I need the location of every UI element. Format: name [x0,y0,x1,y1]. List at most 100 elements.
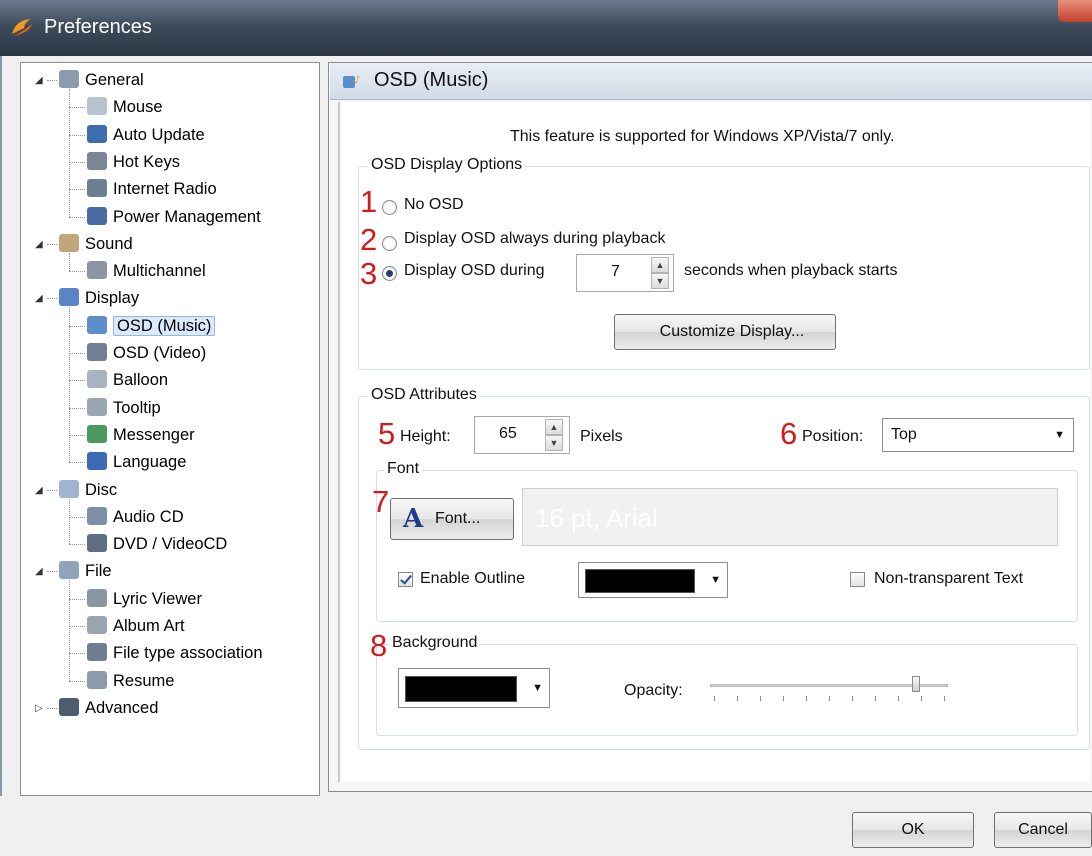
cancel-button[interactable]: Cancel [994,812,1092,848]
opacity-tick [714,696,715,701]
tree-connector [69,407,85,409]
osd-video-icon [87,343,107,361]
tree-item-multichannel[interactable]: Multichannel [87,258,206,284]
radio-no-osd[interactable] [382,200,397,215]
tree-item-label: Power Management [113,207,261,226]
tree-connector [69,271,85,273]
tree-item-hot-keys[interactable]: Hot Keys [87,149,180,175]
tree-connector [47,298,57,300]
seconds-stepper[interactable]: 7 ▲ ▼ [576,254,674,292]
seconds-suffix: seconds when playback starts [684,262,898,279]
tree-item-language[interactable]: Language [87,449,186,475]
tree-connector [69,653,85,655]
tree-connector [69,580,70,681]
expand-arrow-icon[interactable]: ▷ [35,703,45,714]
tree-item-osd-video[interactable]: OSD (Video) [87,340,206,366]
annotation-6: 6 [780,416,798,451]
font-group-title: Font [384,460,423,478]
svg-text:♪: ♪ [354,75,360,86]
radio-always[interactable] [382,236,397,251]
opacity-slider-thumb[interactable] [912,676,920,692]
height-up-button[interactable]: ▲ [545,419,563,435]
collapse-arrow-icon[interactable]: ◢ [35,485,45,496]
height-down-button[interactable]: ▼ [545,435,563,451]
tree-item-advanced[interactable]: Advanced [59,695,158,721]
non-transparent-text-label: Non-transparent Text [874,570,1024,587]
font-button[interactable]: A Font... [390,498,514,540]
tree-item-lyric-viewer[interactable]: Lyric Viewer [87,586,202,612]
tree-item-label: Messenger [113,425,195,444]
font-button-label: Font... [435,510,481,527]
collapse-arrow-icon[interactable]: ◢ [35,76,45,86]
tree-item-label: Hot Keys [113,152,180,171]
tree-item-label: Auto Update [113,125,205,144]
tree-item-general[interactable]: General [59,67,144,93]
audio-cd-icon [87,506,107,525]
opacity-tick [737,696,738,701]
outline-color-select[interactable]: ▼ [578,562,728,598]
tree-item-album-art[interactable]: Album Art [87,613,185,639]
customize-display-button[interactable]: Customize Display... [614,314,836,350]
dvd-icon [87,534,107,553]
close-button[interactable] [1058,0,1092,22]
tree-item-audio-cd[interactable]: Audio CD [87,504,184,530]
tree-item-resume[interactable]: Resume [87,668,174,694]
enable-outline-checkbox[interactable] [398,572,413,587]
opacity-tick [852,696,853,701]
power-management-icon [87,206,107,225]
tooltip-icon [87,397,107,416]
radio-during-label: Display OSD during [404,262,545,279]
tree-item-label: DVD / VideoCD [113,535,228,554]
background-group-title: Background [390,634,480,652]
tree-item-messenger[interactable]: Messenger [87,422,195,448]
tree-item-file-type-association[interactable]: File type association [87,640,263,666]
tree-item-display[interactable]: Display [59,285,139,311]
opacity-slider[interactable] [710,674,948,708]
messenger-icon [87,424,107,443]
position-select[interactable]: Top ▼ [882,418,1074,452]
collapse-arrow-icon[interactable]: ◢ [35,294,45,304]
tree-item-internet-radio[interactable]: Internet Radio [87,176,217,202]
opacity-tick [875,696,876,701]
tree-item-mouse[interactable]: Mouse [87,94,163,120]
tree-item-label: Display [85,289,140,308]
seconds-down-button[interactable]: ▼ [651,273,669,289]
collapse-arrow-icon[interactable]: ◢ [35,567,45,577]
tree-item-label: Mouse [113,98,163,117]
height-stepper[interactable]: 65 ▲ ▼ [474,416,570,454]
panel-title: OSD (Music) [374,69,489,91]
opacity-tick [829,696,830,701]
category-tree[interactable]: General ◢ Mouse Auto Update Hot Keys Internet… [20,62,320,796]
tree-connector [69,134,85,136]
tree-item-osd-music[interactable]: OSD (Music) [87,313,216,339]
seconds-up-button[interactable]: ▲ [651,257,669,273]
sound-icon [59,233,79,252]
ok-button[interactable]: OK [852,812,974,848]
non-transparent-text-checkbox[interactable] [850,572,865,587]
app-logo-icon [12,19,32,36]
seconds-value: 7 [611,263,620,280]
tree-item-label: Sound [85,234,133,253]
radio-during[interactable] [382,266,397,281]
annotation-5: 5 [378,416,396,451]
tree-item-tooltip[interactable]: Tooltip [87,395,161,421]
multichannel-icon [87,261,107,280]
tree-item-auto-update[interactable]: Auto Update [87,122,205,148]
tree-item-sound[interactable]: Sound [59,231,133,257]
tree-connector [69,307,70,463]
tree-item-disc[interactable]: Disc [59,477,117,503]
tree-item-file[interactable]: File [59,558,112,584]
opacity-slider-ticks [710,696,948,702]
tree-connector [69,353,85,354]
tree-item-label: Album Art [113,617,185,635]
tree-item-balloon[interactable]: Balloon [87,367,168,393]
annotation-7: 7 [372,484,390,519]
collapse-arrow-icon[interactable]: ◢ [35,239,45,250]
balloon-icon [87,370,107,389]
disc-icon [59,479,79,498]
file-icon [59,561,79,580]
position-label: Position: [802,428,864,445]
tree-item-power-management[interactable]: Power Management [87,204,261,230]
tree-item-dvd-videocd[interactable]: DVD / VideoCD [87,531,227,557]
background-color-select[interactable]: ▼ [398,668,550,708]
